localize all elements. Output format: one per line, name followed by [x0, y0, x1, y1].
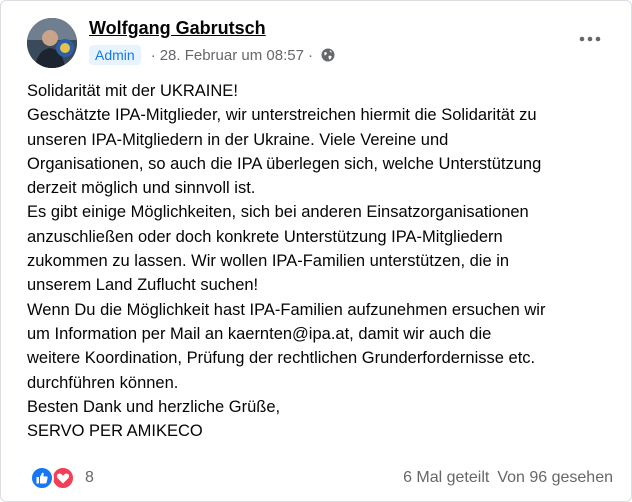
post-header: Wolfgang Gabrutsch Admin · 28. Februar u… — [1, 1, 632, 76]
post-text-line: zukommen zu lassen. Wir wollen IPA-Famil… — [27, 252, 510, 271]
love-icon — [51, 466, 75, 490]
post-text-line: unseren IPA-Mitgliedern in der Ukraine. … — [27, 130, 449, 149]
post-text-line: Es gibt einige Möglichkeiten, sich bei a… — [27, 203, 529, 222]
admin-badge: Admin — [89, 45, 141, 65]
post-text-line: SERVO PER AMIKECO — [27, 422, 203, 441]
post-text-line: Geschätzte IPA-Mitglieder, wir unterstre… — [27, 106, 537, 125]
share-view-stats: 6 Mal geteilt Von 96 gesehen — [403, 469, 613, 487]
post-text-line: Wenn Du die Möglichkeit hast IPA-Familie… — [27, 300, 546, 319]
post-text-line: Organisationen, so auch die IPA überlege… — [27, 154, 542, 173]
like-icon — [30, 466, 54, 490]
meta-separator: · — [150, 46, 156, 64]
avatar-image — [27, 18, 77, 68]
post-footer: 8 6 Mal geteilt Von 96 gesehen — [1, 463, 632, 495]
meta-separator: · — [307, 46, 313, 64]
share-count[interactable]: 6 Mal geteilt — [403, 469, 489, 486]
post-text-line: durchführen können. — [27, 373, 179, 392]
more-options-icon[interactable] — [576, 29, 604, 49]
post-timestamp[interactable]: 28. Februar um 08:57 — [160, 47, 304, 64]
reaction-icons[interactable] — [29, 466, 79, 490]
post-text-line: anzuschließen oder doch konkrete Unterst… — [27, 227, 503, 246]
post-text-line: Solidarität mit der UKRAINE! — [27, 82, 238, 100]
post-text-line: Besten Dank und herzliche Grüße, — [27, 397, 281, 416]
post-card: Wolfgang Gabrutsch Admin · 28. Februar u… — [0, 0, 632, 502]
author-name[interactable]: Wolfgang Gabrutsch — [89, 18, 266, 39]
post-text-line: um Information per Mail an kaernten@ipa.… — [27, 324, 492, 343]
reaction-count[interactable]: 8 — [85, 469, 94, 487]
view-count[interactable]: Von 96 gesehen — [497, 469, 613, 486]
post-text-line: unserem Land Zuflucht suchen! — [27, 276, 259, 295]
post-body: Solidarität mit der UKRAINE! Geschätzte … — [27, 79, 622, 443]
author-avatar[interactable] — [27, 18, 77, 68]
globe-icon — [321, 48, 335, 62]
post-text-line: derzeit möglich und sinnvoll ist. — [27, 179, 256, 198]
post-meta: Admin · 28. Februar um 08:57 · — [89, 44, 335, 66]
post-text-line: weitere Koordination, Prüfung der rechtl… — [27, 349, 536, 368]
